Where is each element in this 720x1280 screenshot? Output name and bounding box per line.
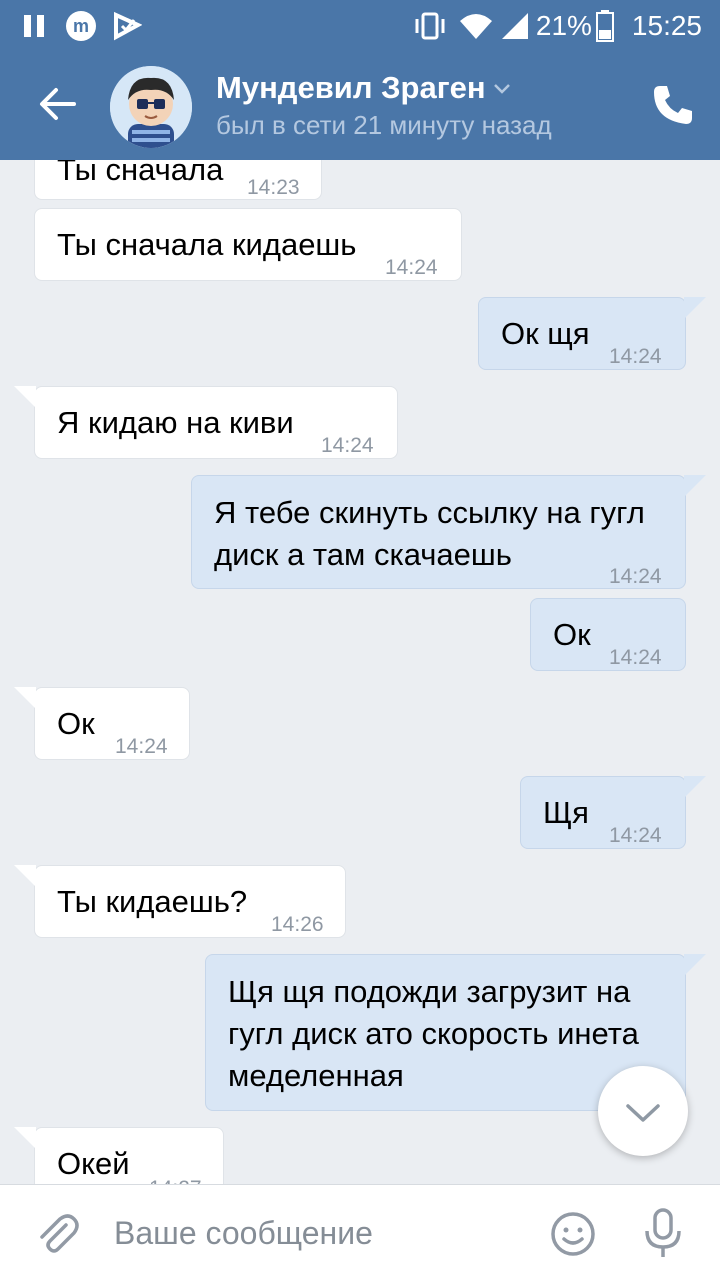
message-incoming[interactable]: Я кидаю на киви 14:24 [34,386,398,459]
message-text: Ты кидаешь? [57,884,248,919]
message-text: Щя [543,795,589,830]
message-composer [0,1184,720,1280]
bubble-tail [684,776,706,798]
message-time: 14:24 [609,646,662,669]
message-incoming[interactable]: Ты сначала кидаешь 14:24 [34,208,462,281]
chat-header: Мундевил Зраген был в сети 21 минуту наз… [0,52,720,160]
app-notification-icon: m [66,11,96,41]
bubble-tail [14,386,36,408]
battery-percent: 21% [535,10,592,41]
message-text: Щя щя подожди загрузит на гугл диск ато … [228,974,639,1093]
message-incoming[interactable]: Ок 14:24 [34,687,190,760]
message-text: Я кидаю на киви [57,405,294,440]
message-incoming[interactable]: Ты кидаешь? 14:26 [34,865,346,938]
message-time: 14:24 [115,735,168,758]
message-text: Ты сначала [57,160,224,187]
scroll-to-bottom-button[interactable] [598,1066,688,1156]
message-time: 14:26 [271,913,324,936]
vibrate-icon [415,12,445,40]
bubble-tail [14,1127,36,1149]
wifi-icon [459,14,492,39]
back-arrow-icon[interactable] [36,82,80,126]
chevron-down-icon [626,1104,660,1122]
message-time: 14:24 [609,345,662,368]
message-outgoing[interactable]: Я тебе скинуть ссылку на гугл диск а там… [191,475,686,589]
signal-icon [501,13,528,39]
message-time: 14:24 [609,565,662,588]
message-list[interactable]: Ты сначала 14:23 Ты сначала кидаешь 14:2… [0,160,720,1184]
message-time: 14:24 [321,434,374,457]
message-text: Ты сначала кидаешь [57,227,357,262]
message-time: 14:24 [385,256,438,279]
chevron-down-icon[interactable] [492,82,512,96]
message-time: 14:27 [149,1168,202,1184]
phone-icon[interactable] [650,82,696,128]
bubble-tail [684,297,706,319]
microphone-icon[interactable] [640,1207,686,1261]
contact-name[interactable]: Мундевил Зраген [216,70,486,106]
last-seen-status: был в сети 21 минуту назад [216,110,552,140]
avatar-image [110,66,192,148]
message-incoming[interactable]: Окей 14:27 [34,1127,224,1184]
bubble-tail [14,687,36,709]
clock: 15:25 [631,10,702,41]
status-left-icons: m [22,10,142,42]
vk-check-icon [114,11,142,41]
emoji-icon[interactable] [550,1211,596,1257]
message-outgoing[interactable]: Ок 14:24 [530,598,686,671]
message-time: 14:23 [247,176,300,199]
bubble-tail [684,475,706,497]
svg-text:m: m [73,16,89,36]
message-outgoing[interactable]: Ок щя 14:24 [478,297,686,370]
message-text: Ок [553,617,591,652]
bubble-tail [684,954,706,976]
message-text: Ок [57,706,95,741]
message-outgoing[interactable]: Щя 14:24 [520,776,686,849]
paperclip-icon[interactable] [34,1211,80,1257]
message-time: 14:24 [609,824,662,847]
message-input[interactable] [114,1209,534,1257]
pause-icon [24,15,44,37]
message-text: Ок щя [501,316,590,351]
message-text: Окей [57,1146,130,1181]
status-right-icons: 21% 15:25 [412,10,702,42]
status-bar: m 21% 15:25 [0,0,720,52]
bubble-tail [14,865,36,887]
avatar[interactable] [110,66,192,148]
battery-icon [595,10,614,42]
message-text: Я тебе скинуть ссылку на гугл диск а там… [214,495,645,572]
message-incoming[interactable]: Ты сначала 14:23 [34,160,322,200]
